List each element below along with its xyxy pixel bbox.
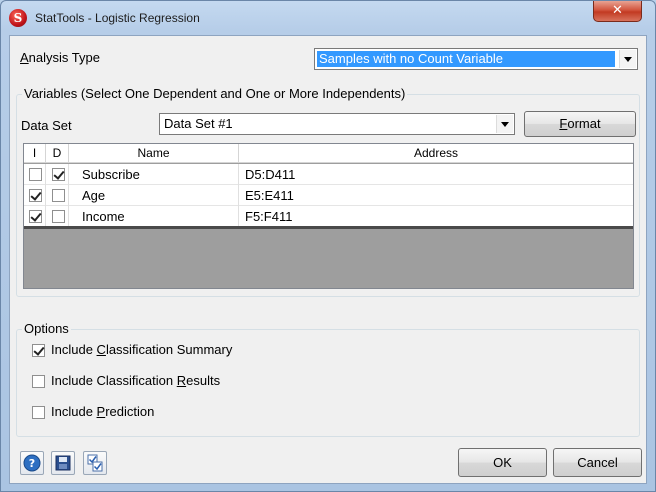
variable-name-cell[interactable]: Income xyxy=(69,206,239,227)
chevron-down-icon[interactable] xyxy=(496,115,513,133)
table-header: I D Name Address xyxy=(24,144,633,163)
cancel-button-label: Cancel xyxy=(577,455,618,470)
data-set-dropdown[interactable]: Data Set #1 xyxy=(159,113,515,135)
variable-address-cell[interactable]: F5:F411 xyxy=(239,206,633,227)
ok-button[interactable]: OK xyxy=(458,448,547,477)
analysis-type-dropdown[interactable]: Samples with no Count Variable xyxy=(314,48,638,70)
cell-divider xyxy=(46,164,69,185)
close-button[interactable]: ✕ xyxy=(593,1,642,22)
variables-table: I D Name Address Subscribe D5:D411 Age E… xyxy=(23,143,634,289)
prediction-label[interactable]: Include Prediction xyxy=(51,404,154,419)
classification-summary-label[interactable]: Include Classification Summary xyxy=(51,342,232,357)
analysis-type-value: Samples with no Count Variable xyxy=(319,51,504,66)
column-header-i[interactable]: I xyxy=(24,144,46,163)
classification-results-checkbox[interactable] xyxy=(32,375,45,388)
help-icon-glyph: ? xyxy=(23,454,41,472)
table-row[interactable]: Income F5:F411 xyxy=(24,206,633,227)
save-icon-glyph xyxy=(55,455,71,471)
checklist-icon-glyph xyxy=(87,454,103,472)
stattools-app-icon: S xyxy=(9,9,27,27)
variable-address-cell[interactable]: D5:D411 xyxy=(239,164,633,185)
column-header-name[interactable]: Name xyxy=(69,144,239,163)
classification-summary-checkbox[interactable] xyxy=(32,344,45,357)
cell-divider xyxy=(24,185,46,206)
format-button-label: Format xyxy=(559,116,601,131)
cell-divider xyxy=(24,206,46,227)
analysis-type-label: Analysis Type xyxy=(20,50,100,65)
column-header-d[interactable]: D xyxy=(46,144,69,163)
checklist-icon[interactable] xyxy=(83,451,107,475)
format-button[interactable]: Format xyxy=(524,111,636,137)
classification-results-label[interactable]: Include Classification Results xyxy=(51,373,220,388)
ok-button-label: OK xyxy=(493,455,512,470)
table-separator xyxy=(24,226,633,229)
prediction-checkbox[interactable] xyxy=(32,406,45,419)
cancel-button[interactable]: Cancel xyxy=(553,448,642,477)
title-bar[interactable]: S StatTools - Logistic Regression ✕ xyxy=(1,1,655,35)
variable-name-cell[interactable]: Age xyxy=(69,185,239,206)
dialog-window: S StatTools - Logistic Regression ✕ Anal… xyxy=(0,0,656,492)
variable-address-cell[interactable]: E5:E411 xyxy=(239,185,633,206)
column-header-address[interactable]: Address xyxy=(239,144,633,163)
variables-group-title: Variables (Select One Dependent and One … xyxy=(22,86,408,101)
chevron-down-icon[interactable] xyxy=(619,50,636,68)
data-set-label: Data Set xyxy=(21,118,72,133)
save-icon[interactable] xyxy=(51,451,75,475)
variable-name-cell[interactable]: Subscribe xyxy=(69,164,239,185)
table-row[interactable]: Age E5:E411 xyxy=(24,185,633,206)
options-group-title: Options xyxy=(22,321,71,336)
cell-divider xyxy=(46,185,69,206)
svg-text:?: ? xyxy=(29,457,35,470)
data-set-value: Data Set #1 xyxy=(164,116,233,131)
cell-divider xyxy=(24,164,46,185)
cell-divider xyxy=(46,206,69,227)
table-row[interactable]: Subscribe D5:D411 xyxy=(24,164,633,185)
help-icon[interactable]: ? xyxy=(20,451,44,475)
window-title: StatTools - Logistic Regression xyxy=(35,11,200,25)
dialog-body: Analysis Type Samples with no Count Vari… xyxy=(9,35,647,484)
